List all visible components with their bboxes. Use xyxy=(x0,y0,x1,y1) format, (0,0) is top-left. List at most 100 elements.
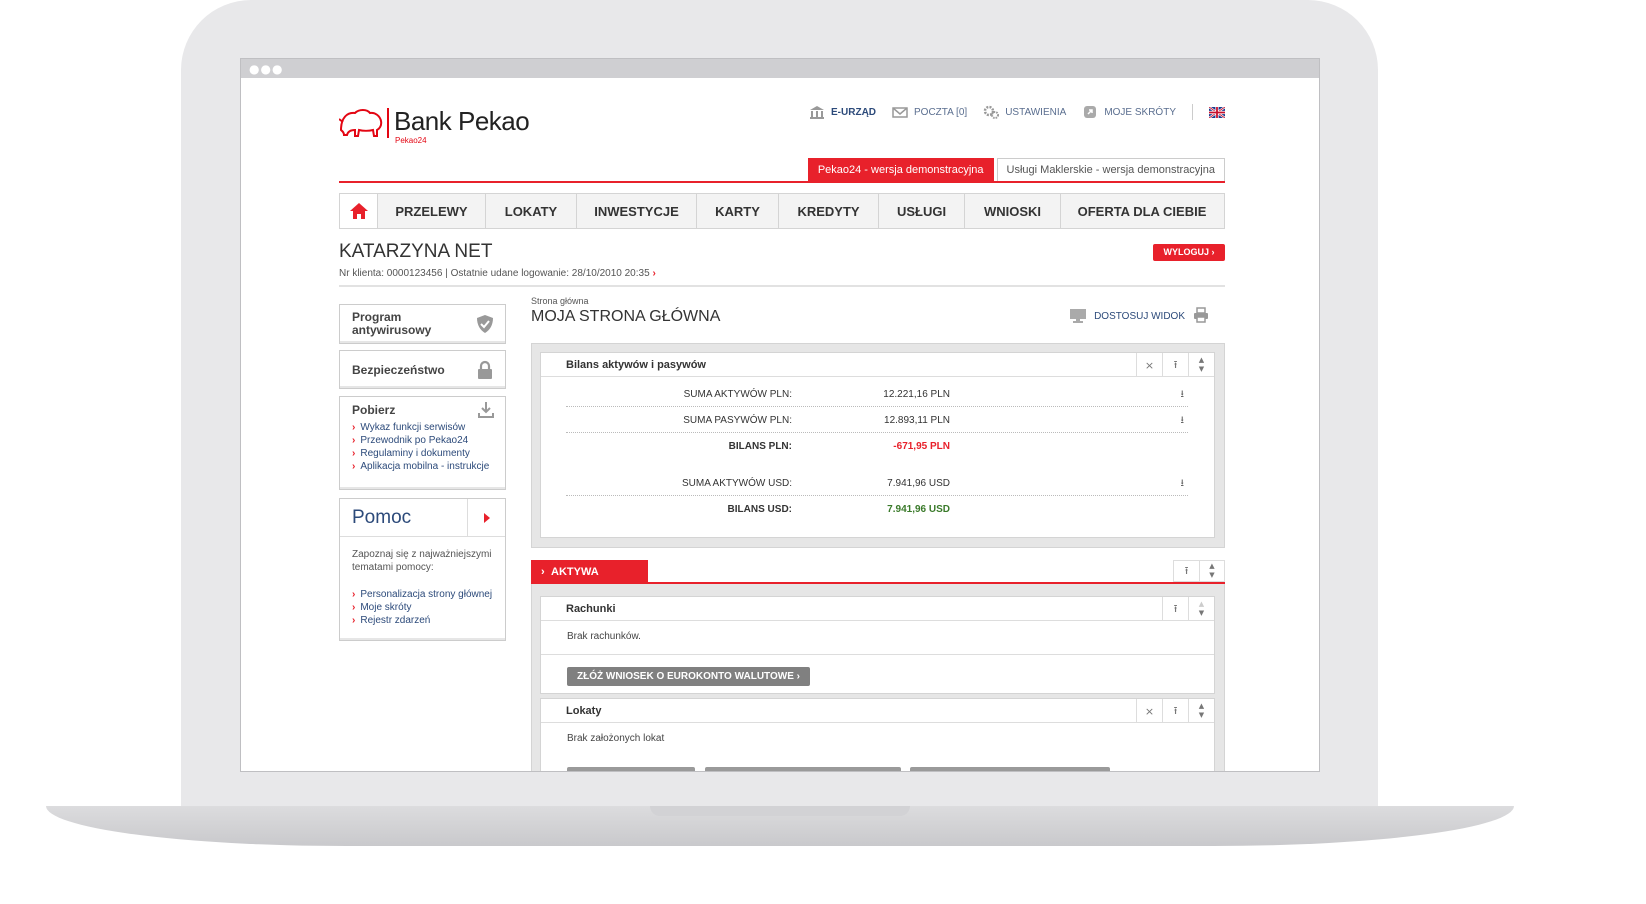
breadcrumb[interactable]: Strona główna xyxy=(531,296,589,306)
reorder-icon[interactable]: ▲ ▼ xyxy=(1199,560,1225,582)
balance-value: 12.221,16 PLN xyxy=(883,389,950,400)
download-link[interactable]: Aplikacja mobilna - instrukcje xyxy=(352,460,493,473)
deposit-action-button[interactable] xyxy=(705,767,901,771)
balance-row: BILANS USD: 7.941,96 USD xyxy=(566,498,1188,522)
help-box: Pomoc Zapoznaj się z najważniejszymi tem… xyxy=(339,498,506,641)
login-history-arrow-icon[interactable]: › xyxy=(652,268,655,279)
expand-icon[interactable]: ⭳ xyxy=(1181,387,1185,404)
window-dots-icon: ●●● xyxy=(249,62,284,76)
home-icon xyxy=(349,203,368,219)
lock-icon xyxy=(478,360,492,379)
user-name: KATARZYNA NET xyxy=(339,241,493,262)
top-link-label: USTAWIENIA xyxy=(1005,106,1067,118)
top-link-label: MOJE SKRÓTY xyxy=(1104,106,1176,118)
download-icon[interactable] xyxy=(477,401,495,419)
accounts-panel-inner: Rachunki ⭱ ▲ ▼ Brak rachunków. ZŁÓŻ WNIOS… xyxy=(540,596,1215,694)
top-link-label: E-URZĄD xyxy=(831,106,877,118)
deposit-action-button[interactable] xyxy=(567,767,695,771)
move-top-icon[interactable]: ⭱ xyxy=(1162,699,1188,723)
tab-pekao24-demo[interactable]: Pekao24 - wersja demonstracyjna xyxy=(807,158,994,182)
reorder-icon[interactable]: ▲ ▼ xyxy=(1188,597,1214,621)
top-link-e-urzad[interactable]: E-URZĄD xyxy=(809,105,876,119)
header-divider xyxy=(339,181,1225,183)
page: Bank Pekao Pekao24 E-URZĄD POCZTA [0] US… xyxy=(339,78,1225,771)
balance-title: Bilans aktywów i pasywów xyxy=(566,359,706,371)
balance-header: Bilans aktywów i pasywów × ⭱ ▲ ▼ xyxy=(541,353,1214,377)
deposits-title: Lokaty xyxy=(566,705,602,717)
help-links: Personalizacja strony głównej Moje skrót… xyxy=(352,588,493,627)
download-link[interactable]: Wykaz funkcji serwisów xyxy=(352,421,493,434)
envelope-icon xyxy=(892,107,908,118)
nav-item-kredyty[interactable]: KREDYTY xyxy=(779,194,879,228)
move-top-icon[interactable]: ⭱ xyxy=(1173,560,1199,582)
nav-item-przelewy[interactable]: PRZELEWY xyxy=(378,194,486,228)
top-links: E-URZĄD POCZTA [0] USTAWIENIA MOJE SKRÓT… xyxy=(809,104,1225,120)
download-link[interactable]: Przewodnik po Pekao24 xyxy=(352,434,493,447)
top-link-label: POCZTA [0] xyxy=(914,106,968,118)
client-number: 0000123456 xyxy=(386,268,443,279)
customize-view-button[interactable]: DOSTOSUJ WIDOK xyxy=(1070,309,1185,323)
antivirus-title: Program antywirusowy xyxy=(352,310,432,337)
accounts-panel: Rachunki ⭱ ▲ ▼ Brak rachunków. ZŁÓŻ WNIOS… xyxy=(531,584,1225,704)
move-top-icon[interactable]: ⭱ xyxy=(1162,597,1188,621)
bank-logo[interactable]: Bank Pekao Pekao24 xyxy=(339,104,539,148)
gears-icon xyxy=(983,105,1000,119)
balance-row: BILANS PLN: -671,95 PLN xyxy=(566,435,1188,459)
tab-aktywa[interactable]: AKTYWA xyxy=(531,560,648,584)
balance-label: SUMA AKTYWÓW USD: xyxy=(681,478,792,489)
aktywa-controls: ⭱ ▲ ▼ xyxy=(1173,560,1225,582)
deposits-header: Lokaty × ⭱ ▲ ▼ xyxy=(541,699,1214,723)
main-nav: PRZELEWY LOKATY INWESTYCJE KARTY KREDYTY… xyxy=(339,193,1225,229)
balance-value: 12.893,11 PLN xyxy=(884,415,950,426)
top-link-ustawienia[interactable]: USTAWIENIA xyxy=(983,105,1066,119)
accounts-empty: Brak rachunków. xyxy=(541,621,1214,655)
help-expand-button[interactable] xyxy=(467,499,505,537)
print-icon[interactable] xyxy=(1193,307,1209,323)
deposits-panel-inner: Lokaty × ⭱ ▲ ▼ Brak założonych lokat xyxy=(540,698,1215,771)
home-button[interactable] xyxy=(340,194,378,228)
close-icon[interactable]: × xyxy=(1136,699,1162,723)
expand-icon[interactable]: ⭳ xyxy=(1181,413,1185,430)
security-box[interactable]: Bezpieczeństwo xyxy=(339,350,506,389)
reorder-icon[interactable]: ▲ ▼ xyxy=(1188,699,1214,723)
nav-item-uslugi[interactable]: USŁUGI xyxy=(879,194,965,228)
move-top-icon[interactable]: ⭱ xyxy=(1162,353,1188,377)
bank-building-icon xyxy=(810,106,825,119)
nav-item-wnioski[interactable]: WNIOSKI xyxy=(965,194,1061,228)
nav-item-oferta[interactable]: OFERTA DLA CIEBIE xyxy=(1061,194,1223,228)
demo-tabs: Pekao24 - wersja demonstracyjna Usługi M… xyxy=(807,158,1225,182)
download-links: Wykaz funkcji serwisów Przewodnik po Pek… xyxy=(352,421,493,473)
balance-label: BILANS USD: xyxy=(727,504,792,515)
top-link-poczta[interactable]: POCZTA [0] xyxy=(892,105,967,119)
antivirus-box[interactable]: Program antywirusowy xyxy=(339,304,506,344)
nav-item-lokaty[interactable]: LOKATY xyxy=(486,194,577,228)
deposits-empty: Brak założonych lokat xyxy=(567,733,665,744)
expand-icon[interactable]: ⭳ xyxy=(1181,476,1185,493)
balance-value-negative: -671,95 PLN xyxy=(893,441,950,452)
download-link[interactable]: Regulaminy i dokumenty xyxy=(352,447,493,460)
deposit-action-button[interactable] xyxy=(910,767,1110,771)
accounts-title: Rachunki xyxy=(566,603,616,615)
nav-item-inwestycje[interactable]: INWESTYCJE xyxy=(577,194,697,228)
logout-button[interactable]: WYLOGUJ › xyxy=(1153,244,1225,261)
help-link[interactable]: Rejestr zdarzeń xyxy=(352,614,493,627)
eurokonto-button[interactable]: ZŁÓŻ WNIOSEK O EUROKONTO WALUTOWE › xyxy=(567,667,810,686)
logo-separator xyxy=(387,108,389,138)
help-link[interactable]: Moje skróty xyxy=(352,601,493,614)
tab-maklerskie-demo[interactable]: Usługi Maklerskie - wersja demonstracyjn… xyxy=(996,158,1225,182)
help-title: Pomoc xyxy=(352,507,412,528)
nav-item-karty[interactable]: KARTY xyxy=(697,194,779,228)
balance-label: BILANS PLN: xyxy=(728,441,792,452)
customize-view-label: DOSTOSUJ WIDOK xyxy=(1094,310,1185,322)
balance-row: SUMA AKTYWÓW USD: 7.941,96 USD ⭳ xyxy=(566,472,1188,496)
help-link[interactable]: Personalizacja strony głównej xyxy=(352,588,493,601)
close-icon[interactable]: × xyxy=(1136,353,1162,377)
balance-label: SUMA PASYWÓW PLN: xyxy=(683,415,792,426)
reorder-icon[interactable]: ▲ ▼ xyxy=(1188,353,1214,377)
top-link-moje-skroty[interactable]: MOJE SKRÓTY xyxy=(1082,105,1176,119)
uk-flag-icon[interactable] xyxy=(1209,106,1225,118)
user-meta: Nr klienta: 0000123456 | Ostatnie udane … xyxy=(339,268,656,279)
balance-row: SUMA AKTYWÓW PLN: 12.221,16 PLN ⭳ xyxy=(566,383,1188,407)
balance-label: SUMA AKTYWÓW PLN: xyxy=(683,389,792,400)
bison-logo-icon xyxy=(339,109,383,137)
